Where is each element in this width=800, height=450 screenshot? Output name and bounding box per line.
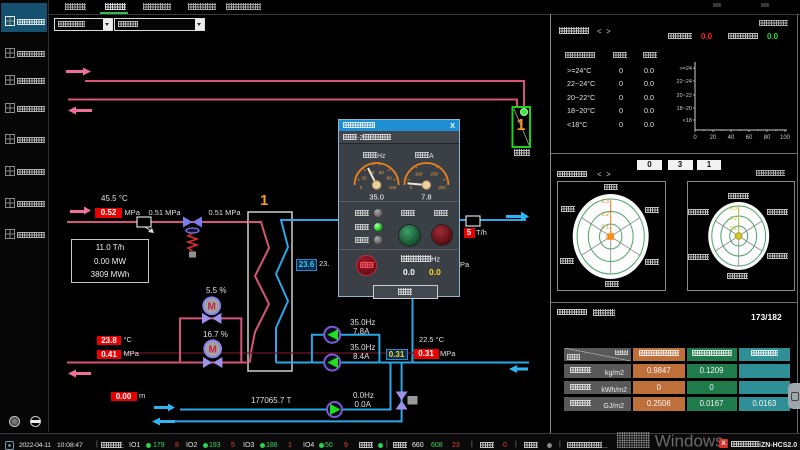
svg-text:0: 0 (734, 235, 737, 241)
svg-text:20: 20 (361, 176, 367, 181)
svg-text:80: 80 (764, 135, 771, 141)
svg-text:0.1: 0.1 (601, 225, 609, 231)
svg-text:0: 0 (360, 185, 363, 190)
svg-text:0: 0 (606, 235, 609, 241)
svg-text:0.3: 0.3 (730, 206, 737, 212)
svg-text:0: 0 (410, 185, 413, 190)
svg-text:80: 80 (387, 176, 393, 181)
svg-text:20: 20 (710, 135, 717, 141)
svg-text:300: 300 (438, 185, 446, 190)
svg-text:60: 60 (379, 170, 385, 175)
svg-text:200: 200 (430, 171, 438, 176)
svg-text:22~24: 22~24 (677, 79, 692, 85)
svg-text:40: 40 (728, 135, 735, 141)
svg-text:0.2: 0.2 (730, 216, 737, 222)
svg-text:M: M (208, 302, 216, 313)
svg-text:M: M (209, 345, 217, 356)
svg-text:<18: <18 (683, 118, 692, 124)
svg-text:0: 0 (693, 135, 697, 141)
svg-text:0.2: 0.2 (601, 212, 609, 218)
svg-text:100: 100 (415, 171, 423, 176)
svg-text:100: 100 (780, 135, 791, 141)
svg-text:0.3: 0.3 (601, 199, 609, 205)
svg-text:100: 100 (389, 185, 397, 190)
svg-text:>=24: >=24 (679, 66, 692, 72)
svg-text:18~20: 18~20 (677, 106, 692, 112)
svg-text:60: 60 (746, 135, 753, 141)
svg-text:20~22: 20~22 (677, 93, 692, 99)
svg-text:0.1: 0.1 (730, 226, 737, 232)
